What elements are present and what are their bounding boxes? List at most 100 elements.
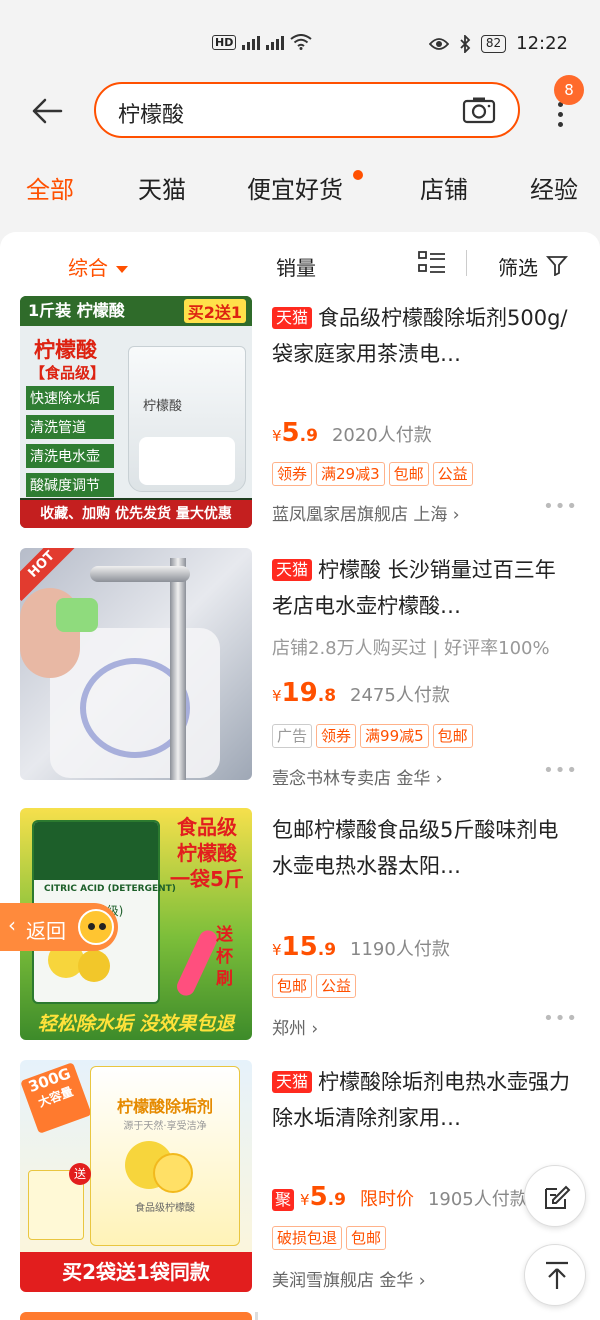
caret-down-icon [116,266,128,273]
notification-badge: 8 [554,75,584,105]
faucet [170,558,186,780]
product-card-1[interactable]: 1斤装 柠檬酸 买2送1 柠檬酸 【食品级】 快速除水垢 清洗管道 清洗电水壶 … [0,296,600,556]
tab-experience[interactable]: 经验 [530,170,578,205]
price-row: ¥15.9 1190人付款 [272,932,450,962]
shop-name: 美润雪旗舰店 金华 [272,1271,414,1291]
thumb4-bag: 柠檬酸除垢剂 源于天然·享受洁净 食品级柠檬酸 [90,1066,240,1246]
divider [466,250,467,276]
product-card-2[interactable]: HOT 天猫 柠檬酸 长沙销量过百三年老店电水壶柠檬酸… 店铺2.8万人购买过 |… [0,548,600,808]
arrow-up-icon [546,1261,568,1289]
tag-list: 破损包退 包邮 [272,1226,387,1250]
feedback-button[interactable] [524,1165,586,1227]
clock: 12:22 [516,33,568,54]
product-image-4[interactable]: 300G 大容量 柠檬酸除垢剂 源于天然·享受洁净 食品级柠檬酸 送 买2袋送1袋… [20,1060,252,1292]
more-options-icon[interactable]: ••• [543,760,578,781]
thumb1-feature: 快速除水垢 [26,386,114,410]
thumb3-brush-text: 送杯刷 [216,925,233,989]
tag: 满29减3 [316,462,385,486]
limit-price-label: 限时价 [359,1189,414,1210]
tag: 包邮 [432,724,473,748]
price-row: ¥5.9 2020人付款 [272,418,432,448]
brush [174,927,220,999]
product-card-4[interactable]: 300G 大容量 柠檬酸除垢剂 源于天然·享受洁净 食品级柠檬酸 送 买2袋送1袋… [0,1060,600,1320]
tag: 包邮 [388,462,429,486]
shop-link[interactable]: 美润雪旗舰店 金华 › [272,1266,426,1291]
tab-tmall[interactable]: 天猫 [138,170,186,205]
battery-indicator: 82 [480,34,507,53]
thumb1-bag: 柠檬酸 [128,346,246,492]
sort-sales[interactable]: 销量 [276,252,316,281]
more-options-icon[interactable]: ••• [543,496,578,517]
tab-cheap-goods[interactable]: 便宜好货 [247,170,343,205]
tag-list: 包邮 公益 [272,974,357,998]
sort-comprehensive[interactable]: 综合 [68,252,128,281]
product-image-2[interactable]: HOT [20,548,252,780]
filter-label: 筛选 [498,256,538,280]
juhuasuan-badge: 聚 [272,1189,295,1211]
thumb1-feature: 清洗管道 [26,415,114,439]
tmall-badge: 天猫 [272,307,313,329]
thumb1-bottom: 收藏、加购 优先发货 量大优惠 [20,500,252,528]
more-options-icon[interactable]: ••• [543,1008,578,1029]
price-row: 聚 ¥5.9 限时价 1905人付款 [272,1182,528,1212]
thumb3-bag-label: CITRIC ACID (DETERGENT) [44,884,176,894]
chevron-right-icon: › [447,505,460,525]
chevron-right-icon: › [413,1271,426,1291]
shop-link[interactable]: 壹念书林专卖店 金华 › [272,764,443,789]
chevron-left-icon: ‹ [8,913,16,937]
tab-new-dot [353,170,363,180]
thumb1-feature: 酸碱度调节 [26,473,114,497]
product-title-text: 柠檬酸除垢剂电热水壶强力除水垢清除剂家用… [272,1070,571,1130]
thumb1-feature: 清洗电水壶 [26,444,114,468]
tab-shops[interactable]: 店铺 [420,170,468,205]
camera-icon[interactable] [462,96,496,124]
price-integer: 19 [281,678,318,708]
product-image-5-partial[interactable] [20,1312,252,1320]
price-integer: 5 [309,1182,328,1212]
thumb1-name: 柠檬酸 [34,338,97,362]
product-info-3: 包邮柠檬酸食品级5斤酸味剂电水壶电热水器太阳… ¥15.9 1190人付款 包邮 … [272,812,572,1039]
tab-all[interactable]: 全部 [26,170,74,205]
shop-link[interactable]: 蓝凤凰家居旗舰店 上海 › [272,500,460,525]
thumb4-gift: 送 [28,1163,91,1240]
list-view-icon[interactable] [418,250,446,276]
tag: 满99减5 [360,724,429,748]
chevron-right-icon: › [306,1019,319,1039]
paid-count: 2475人付款 [350,685,450,706]
product-title-text: 柠檬酸 长沙销量过百三年老店电水壶柠檬酸… [272,558,556,618]
product-title-text: 包邮柠檬酸食品级5斤酸味剂电水壶电热水器太阳… [272,818,559,878]
product-title[interactable]: 天猫 食品级柠檬酸除垢剂500g/袋家庭家用茶渍电… [272,300,572,372]
product-title[interactable]: 天猫 柠檬酸除垢剂电热水壶强力除水垢清除剂家用… [272,1064,572,1136]
product-title[interactable]: 天猫 柠檬酸 长沙销量过百三年老店电水壶柠檬酸… [272,552,572,624]
tag: 包邮 [272,974,313,998]
sort-bar: 综合 销量 筛选 [0,232,600,296]
wifi-icon [290,34,312,50]
filter-button[interactable]: 筛选 [498,252,538,281]
tag: 包邮 [346,1226,387,1250]
thumb4-sub: 源于天然·享受洁净 [123,1121,207,1132]
mascot-avatar [78,909,114,945]
eye-icon [428,37,449,50]
search-input[interactable]: 柠檬酸 [94,82,520,138]
thumb1-bag-label: 柠檬酸 [143,399,183,414]
product-image-1[interactable]: 1斤装 柠檬酸 买2送1 柠檬酸 【食品级】 快速除水垢 清洗管道 清洗电水壶 … [20,296,252,528]
results-panel: 综合 销量 筛选 1斤装 柠檬酸 买2送1 柠檬酸 【食品级】 快速除水垢 清洗… [0,232,600,1320]
tag-list: 广告 领券 满99减5 包邮 [272,724,473,748]
tag: 破损包退 [272,1226,343,1250]
filter-icon[interactable] [546,254,568,276]
paid-count: 1905人付款 [427,1189,528,1210]
shop-link[interactable]: 郑州 › [272,1014,318,1039]
price-decimal: .8 [317,686,337,706]
price-integer: 5 [281,418,300,448]
return-button[interactable]: ‹ 返回 [0,903,118,951]
back-arrow-icon[interactable] [30,94,64,128]
thumb4-name: 柠檬酸除垢剂 [116,1097,213,1116]
faucet-spout [90,566,190,582]
search-query: 柠檬酸 [118,103,185,128]
price-decimal: .9 [299,426,318,446]
product-title[interactable]: 包邮柠檬酸食品级5斤酸味剂电水壶电热水器太阳… [272,812,572,884]
network-status: HD [212,34,312,50]
back-to-top-button[interactable] [524,1244,586,1306]
edit-note-icon [545,1185,571,1209]
product-title-text: 食品级柠檬酸除垢剂500g/袋家庭家用茶渍电… [272,306,568,366]
